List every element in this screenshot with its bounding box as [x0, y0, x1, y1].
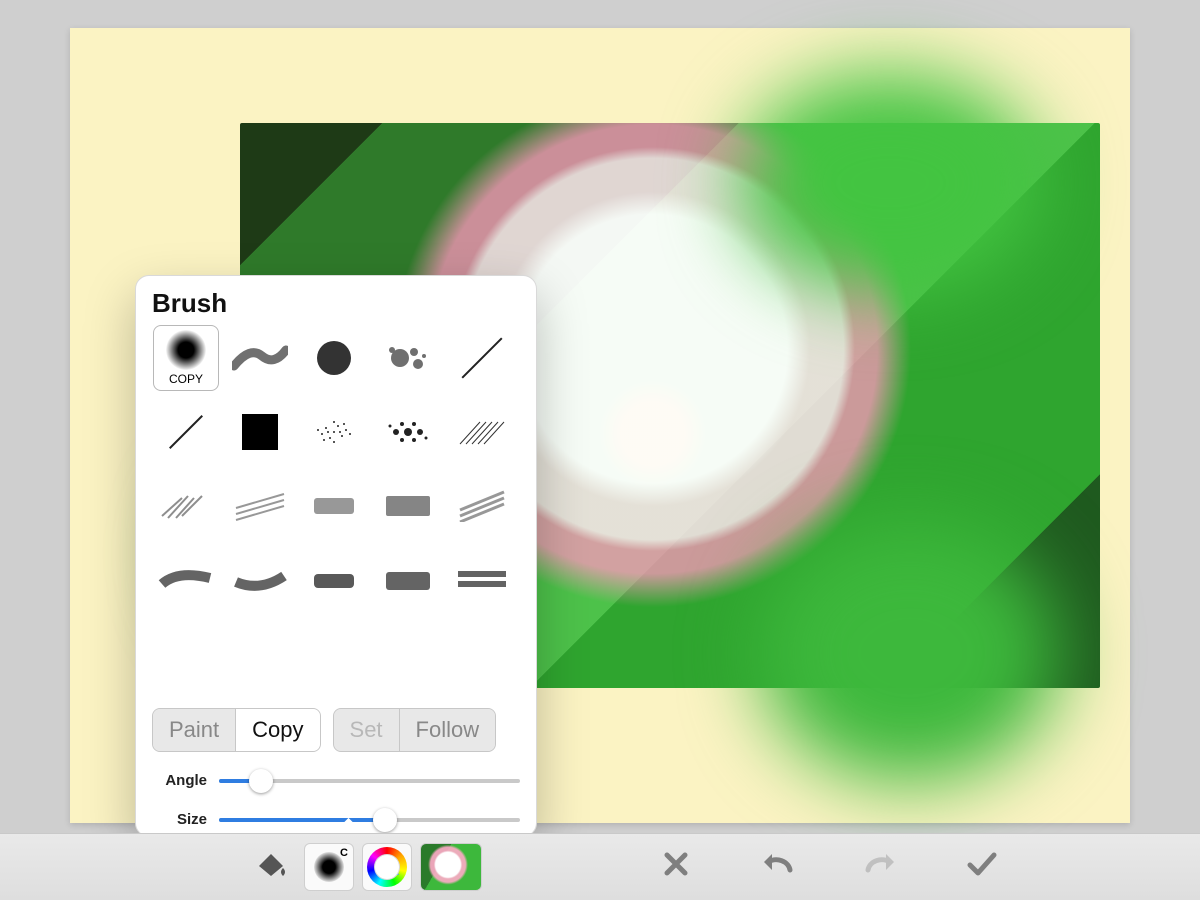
brush-line-thin[interactable] — [450, 326, 514, 390]
brush-line-thin-2[interactable] — [154, 400, 218, 464]
mode-controls: Paint Copy Set Follow — [152, 708, 496, 752]
brush-square[interactable] — [228, 400, 292, 464]
brush-soft-round[interactable]: COPY — [153, 325, 219, 391]
brush-splatter[interactable] — [376, 326, 440, 390]
tool-group-left: C — [244, 842, 482, 892]
brush-wet-2[interactable] — [228, 548, 292, 612]
color-wheel-icon — [367, 847, 407, 887]
close-icon — [662, 850, 690, 883]
brush-halftone-dots[interactable] — [376, 400, 440, 464]
bottom-toolbar: C — [0, 833, 1200, 900]
paint-bleed — [760, 523, 1060, 783]
set-button[interactable]: Set — [334, 709, 399, 751]
brush-grid: COPY — [152, 324, 516, 614]
copy-mode-button[interactable]: Copy — [235, 709, 319, 751]
paint-bucket-icon — [253, 852, 287, 883]
brush-wet-block[interactable] — [376, 548, 440, 612]
tool-group-right — [658, 848, 1000, 884]
color-picker-button[interactable] — [362, 843, 412, 891]
brush-tool-button[interactable]: C — [304, 843, 354, 891]
size-slider-row: Size — [152, 811, 520, 828]
brush-marker[interactable] — [302, 548, 366, 612]
brush-wet-1[interactable] — [154, 548, 218, 612]
redo-icon — [862, 850, 898, 883]
brush-hatch[interactable] — [450, 400, 514, 464]
angle-thumb[interactable] — [249, 769, 273, 793]
popover-title: Brush — [152, 288, 227, 319]
brush-dry-brush[interactable] — [228, 326, 292, 390]
line-icon — [461, 337, 502, 378]
fill-tool-button[interactable] — [244, 842, 296, 892]
color-triangle-icon — [379, 857, 399, 875]
brush-rough[interactable] — [450, 474, 514, 538]
hard-round-icon — [317, 341, 351, 375]
soft-round-icon — [166, 330, 206, 370]
source-image-button[interactable] — [420, 843, 482, 891]
angle-slider-row: Angle — [152, 772, 520, 789]
brush-hard-round[interactable] — [302, 326, 366, 390]
brush-badge: C — [340, 847, 348, 859]
size-label: Size — [152, 811, 207, 828]
undo-button[interactable] — [760, 848, 796, 884]
angle-slider[interactable] — [219, 779, 520, 783]
size-fill — [219, 818, 385, 822]
size-slider[interactable] — [219, 818, 520, 822]
confirm-button[interactable] — [964, 848, 1000, 884]
redo-button[interactable] — [862, 848, 898, 884]
brush-chalk[interactable] — [302, 474, 366, 538]
brush-selected-label: COPY — [169, 372, 203, 386]
brush-scratch-1[interactable] — [154, 474, 218, 538]
square-icon — [242, 414, 278, 450]
set-follow-segment: Set Follow — [333, 708, 497, 752]
brush-wet-wide[interactable] — [450, 548, 514, 612]
brush-crayon[interactable] — [376, 474, 440, 538]
angle-label: Angle — [152, 772, 207, 789]
brush-scratch-2[interactable] — [228, 474, 292, 538]
paint-copy-segment: Paint Copy — [152, 708, 321, 752]
line-icon — [169, 415, 203, 449]
brush-spray[interactable] — [302, 400, 366, 464]
paint-bleed — [740, 73, 1040, 293]
close-button[interactable] — [658, 848, 694, 884]
undo-icon — [760, 850, 796, 883]
follow-button[interactable]: Follow — [399, 709, 496, 751]
paint-mode-button[interactable]: Paint — [153, 709, 235, 751]
brush-popover: Brush COPY Paint Copy Set Fol — [135, 275, 537, 837]
check-icon — [966, 850, 998, 883]
size-thumb[interactable] — [373, 808, 397, 832]
